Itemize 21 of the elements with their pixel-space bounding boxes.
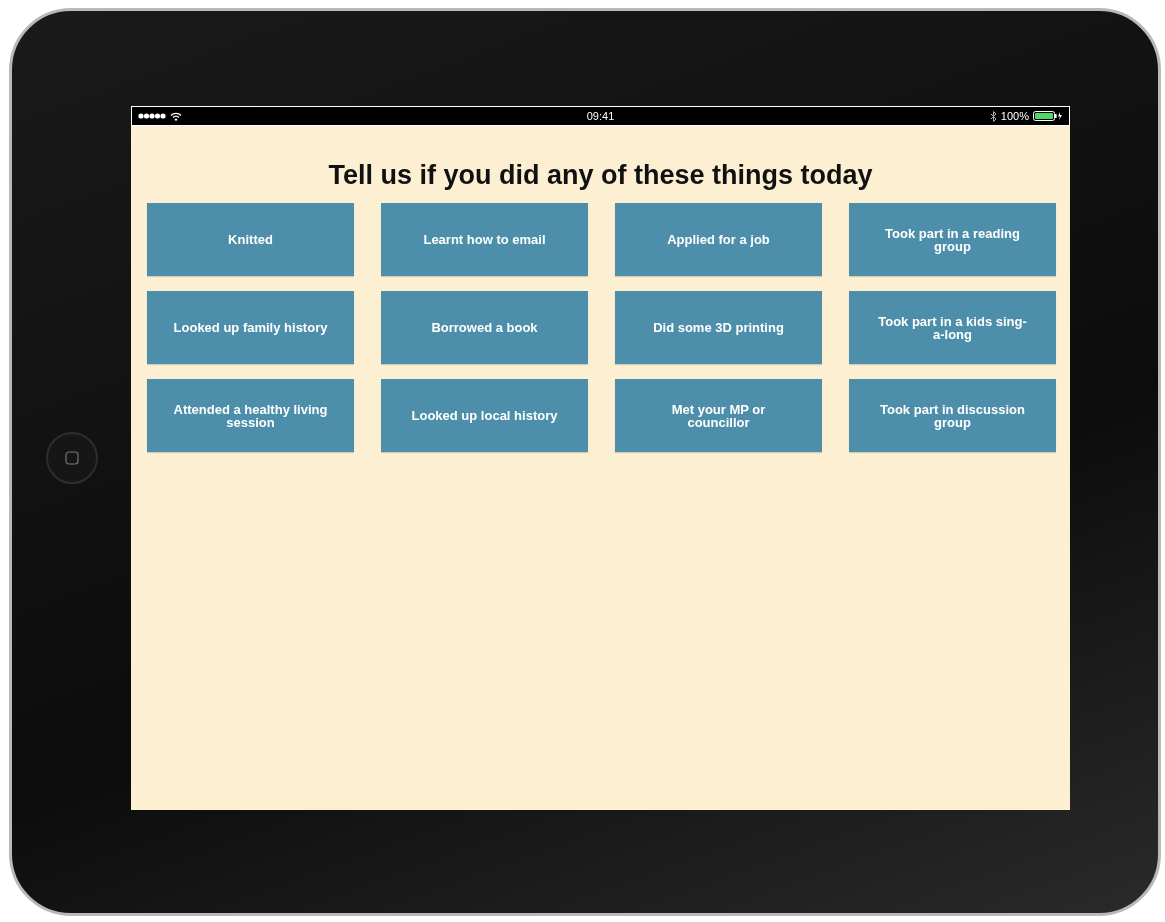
activity-button[interactable]: Took part in a kids sing-a-long xyxy=(849,291,1056,364)
page-heading: Tell us if you did any of these things today xyxy=(327,160,874,191)
activity-button[interactable]: Looked up local history xyxy=(381,379,588,452)
activity-button[interactable]: Did some 3D printing xyxy=(615,291,822,364)
battery-charging-icon xyxy=(1033,111,1063,121)
bluetooth-icon xyxy=(989,110,997,122)
activity-button[interactable]: Attended a healthy living session xyxy=(147,379,354,452)
activity-button[interactable]: Borrowed a book xyxy=(381,291,588,364)
activity-button[interactable]: Applied for a job xyxy=(615,203,822,276)
activity-button[interactable]: Looked up family history xyxy=(147,291,354,364)
activity-button[interactable]: Learnt how to email xyxy=(381,203,588,276)
activity-button[interactable]: Knitted xyxy=(147,203,354,276)
battery-percent: 100% xyxy=(1000,110,1029,122)
wifi-icon xyxy=(170,111,182,121)
activity-button[interactable]: Took part in discussion group xyxy=(849,379,1056,452)
activity-button[interactable]: Met your MP or councillor xyxy=(615,379,822,452)
activity-button[interactable]: Took part in a reading group xyxy=(849,203,1056,276)
clock-time: 09:41 xyxy=(586,110,615,122)
home-button[interactable] xyxy=(46,432,98,484)
home-square-icon xyxy=(65,451,79,465)
signal-icon xyxy=(138,113,166,119)
